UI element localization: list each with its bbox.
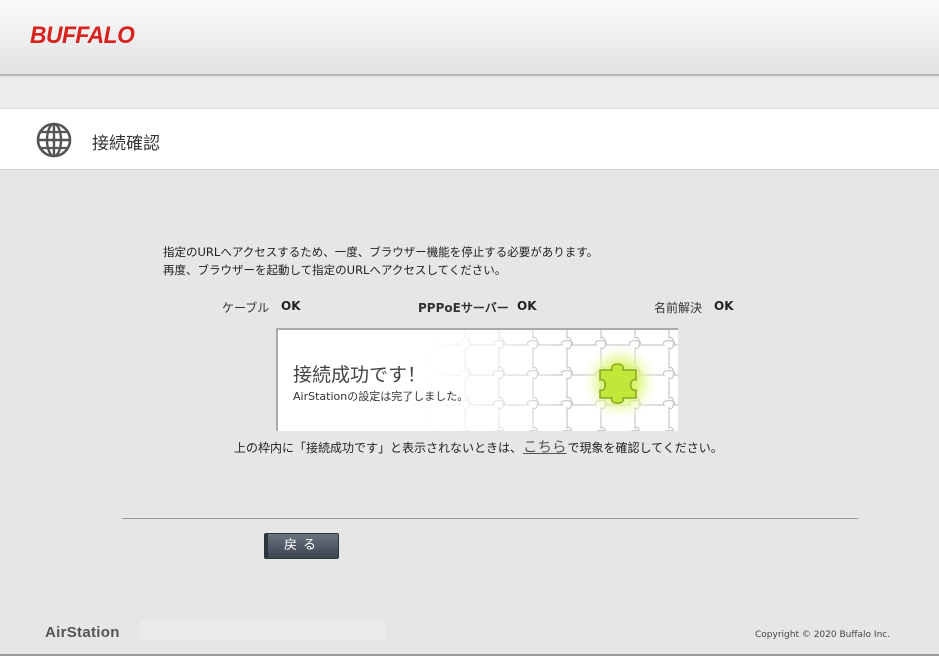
instruction-line-2: 再度、ブラウザーを起動して指定のURLへアクセスしてください。 [163, 263, 507, 277]
instruction-line-1: 指定のURLへアクセスするため、一度、ブラウザー機能を停止する必要があります。 [163, 245, 599, 259]
page-title-bar: 接続確認 [0, 108, 939, 170]
top-header-bar: BUFFALO [0, 0, 939, 76]
dns-status-value: OK [714, 299, 734, 313]
divider [122, 518, 858, 519]
success-title: 接続成功です！ [293, 364, 427, 386]
back-button[interactable]: 戻る [264, 533, 339, 559]
cable-status-label: ケーブル [222, 301, 270, 315]
airstation-logo: AirStation [45, 624, 120, 641]
note-suffix: で現象を確認してください。 [567, 441, 723, 455]
page-title: 接続確認 [92, 134, 160, 154]
pppoe-status-value: OK [517, 299, 537, 313]
sub-header-bar [0, 78, 939, 108]
note-prefix: 上の枠内に「接続成功です」と表示されないときは、 [234, 441, 523, 455]
cable-status-value: OK [281, 299, 301, 313]
dns-status-label: 名前解決 [654, 301, 703, 315]
pppoe-status-label: PPPoEサーバー [418, 301, 509, 315]
connection-success-panel: 接続成功です！ AirStationの設定は完了しました。 [276, 328, 678, 431]
troubleshoot-link[interactable]: こちら [523, 440, 567, 456]
success-description: AirStationの設定は完了しました。 [293, 390, 469, 403]
buffalo-logo: BUFFALO [30, 22, 135, 49]
footer-blank-field [140, 621, 385, 640]
copyright-text: Copyright © 2020 Buffalo Inc. [755, 630, 891, 640]
globe-icon [35, 121, 73, 163]
troubleshoot-note: 上の枠内に「接続成功です」と表示されないときは、こちらで現象を確認してください。 [234, 436, 723, 457]
